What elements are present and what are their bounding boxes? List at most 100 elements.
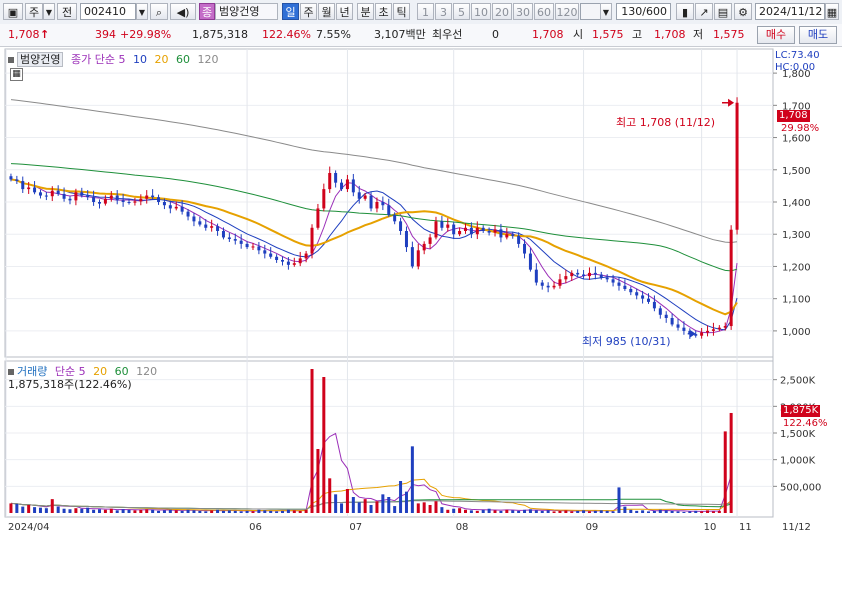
volume-bar bbox=[570, 511, 574, 513]
volume-bar bbox=[298, 510, 302, 513]
volume-bar bbox=[410, 446, 414, 513]
interval-10[interactable]: 10 bbox=[471, 3, 491, 20]
ma20-legend: 20 bbox=[154, 53, 169, 66]
candle-body bbox=[304, 253, 308, 259]
stock-name-tag[interactable]: 범양건영 bbox=[17, 52, 64, 67]
candle-body bbox=[233, 239, 237, 241]
high-label: 고 bbox=[632, 28, 643, 41]
volume-bar bbox=[233, 510, 237, 513]
candle-body bbox=[145, 195, 149, 199]
grid-toggle-icon[interactable]: ▦ bbox=[10, 68, 23, 81]
candle-body bbox=[558, 279, 562, 286]
best-ask: 1,708 bbox=[532, 28, 564, 41]
candle-body bbox=[257, 246, 261, 251]
candle-body bbox=[157, 197, 161, 202]
candle-body bbox=[475, 227, 479, 235]
interval-1[interactable]: 1 bbox=[417, 3, 434, 20]
chart-type-icon[interactable]: ▣ bbox=[3, 3, 23, 20]
volume-bar bbox=[652, 510, 656, 513]
volume-bar bbox=[334, 494, 338, 513]
candle-body bbox=[623, 285, 627, 289]
volume-bar bbox=[98, 509, 101, 513]
volume-bar bbox=[192, 510, 196, 513]
candle-body bbox=[652, 301, 656, 309]
buy-button[interactable]: 매수 bbox=[757, 26, 795, 44]
interval-120[interactable]: 120 bbox=[555, 3, 579, 20]
volume-bar bbox=[363, 499, 367, 513]
interval-30[interactable]: 30 bbox=[513, 3, 533, 20]
speaker-icon[interactable]: ◀) bbox=[170, 3, 196, 20]
candle-body bbox=[416, 250, 420, 267]
interval-60[interactable]: 60 bbox=[534, 3, 554, 20]
candle-body bbox=[647, 298, 650, 302]
date-input[interactable]: 2024/11/12 bbox=[755, 3, 825, 20]
volume-bar bbox=[452, 508, 456, 513]
low-price: 1,575 bbox=[713, 28, 745, 41]
candle-body bbox=[186, 211, 190, 217]
interval-5[interactable]: 5 bbox=[453, 3, 470, 20]
candle-body bbox=[593, 272, 597, 275]
volume-bar bbox=[469, 510, 473, 513]
candle-body bbox=[340, 182, 344, 190]
candle-body bbox=[50, 190, 54, 197]
candle-body bbox=[227, 237, 231, 240]
volume-tick-label: 500,000 bbox=[780, 482, 821, 493]
candle-body bbox=[21, 181, 25, 190]
volume-bar bbox=[635, 510, 639, 513]
period-minute[interactable]: 분 bbox=[357, 3, 374, 20]
stock-code-input[interactable]: 002410 bbox=[80, 3, 136, 20]
settings-icon[interactable]: ⚙ bbox=[734, 3, 752, 20]
calendar-icon[interactable]: ▦ bbox=[825, 3, 839, 20]
candle-body bbox=[98, 202, 101, 204]
mode-select[interactable]: 주 bbox=[25, 3, 43, 20]
interval-3[interactable]: 3 bbox=[435, 3, 452, 20]
volume-bar bbox=[269, 510, 273, 513]
candle-body bbox=[15, 179, 19, 182]
volume-bar bbox=[174, 510, 178, 513]
volume-bar bbox=[115, 510, 119, 513]
volume-bar bbox=[145, 509, 149, 513]
candle-tool-icon[interactable]: ▮ bbox=[676, 3, 694, 20]
data-count-input[interactable]: 130/600 bbox=[616, 3, 671, 20]
volume-bar bbox=[534, 510, 538, 513]
candle-body bbox=[115, 195, 119, 201]
candle-body bbox=[275, 256, 279, 260]
candle-body bbox=[363, 195, 367, 199]
interval-dropdown-icon[interactable]: ▼ bbox=[600, 3, 612, 20]
volume-bar bbox=[629, 509, 633, 513]
candle-body bbox=[706, 330, 710, 333]
sell-button[interactable]: 매도 bbox=[799, 26, 837, 44]
candle-body bbox=[629, 289, 633, 293]
period-day[interactable]: 일 bbox=[282, 3, 299, 20]
volume-bar bbox=[464, 509, 467, 513]
ma5-legend: 5 bbox=[118, 53, 126, 66]
draw-tool-icon[interactable]: ↗ bbox=[695, 3, 713, 20]
prev-button[interactable]: 전 bbox=[57, 3, 77, 20]
ma120-legend: 120 bbox=[197, 53, 219, 66]
candle-body bbox=[62, 193, 66, 199]
period-tick[interactable]: 틱 bbox=[393, 3, 410, 20]
code-dropdown-icon[interactable]: ▼ bbox=[136, 3, 148, 20]
volume-bar bbox=[275, 511, 279, 513]
volume-bar bbox=[523, 509, 527, 513]
volume-bar bbox=[694, 510, 698, 513]
period-month[interactable]: 월 bbox=[318, 3, 335, 20]
period-week[interactable]: 주 bbox=[300, 3, 317, 20]
volume-bar bbox=[198, 510, 202, 513]
interval-20[interactable]: 20 bbox=[492, 3, 512, 20]
stock-chart-window: ▣ 주 ▼ 전 002410 ▼ ⌕ ◀) 종 범양건영 일 주 월 년 분 초… bbox=[0, 0, 842, 540]
price-volume-chart[interactable]: 1,8001,7001,6001,5001,4001,3001,2001,100… bbox=[0, 47, 842, 540]
volume-bar bbox=[351, 497, 355, 513]
volume-bar bbox=[688, 511, 692, 513]
mode-dropdown-icon[interactable]: ▼ bbox=[43, 3, 55, 20]
search-icon[interactable]: ⌕ bbox=[150, 3, 168, 20]
volume-bar bbox=[729, 412, 733, 513]
save-icon[interactable]: ▤ bbox=[714, 3, 732, 20]
volume-bar bbox=[369, 505, 373, 513]
volume-bar bbox=[428, 505, 432, 513]
period-year[interactable]: 년 bbox=[336, 3, 353, 20]
period-second[interactable]: 초 bbox=[375, 3, 392, 20]
candle-body bbox=[162, 202, 166, 206]
candle-body bbox=[505, 234, 509, 238]
candle-body bbox=[658, 308, 662, 315]
